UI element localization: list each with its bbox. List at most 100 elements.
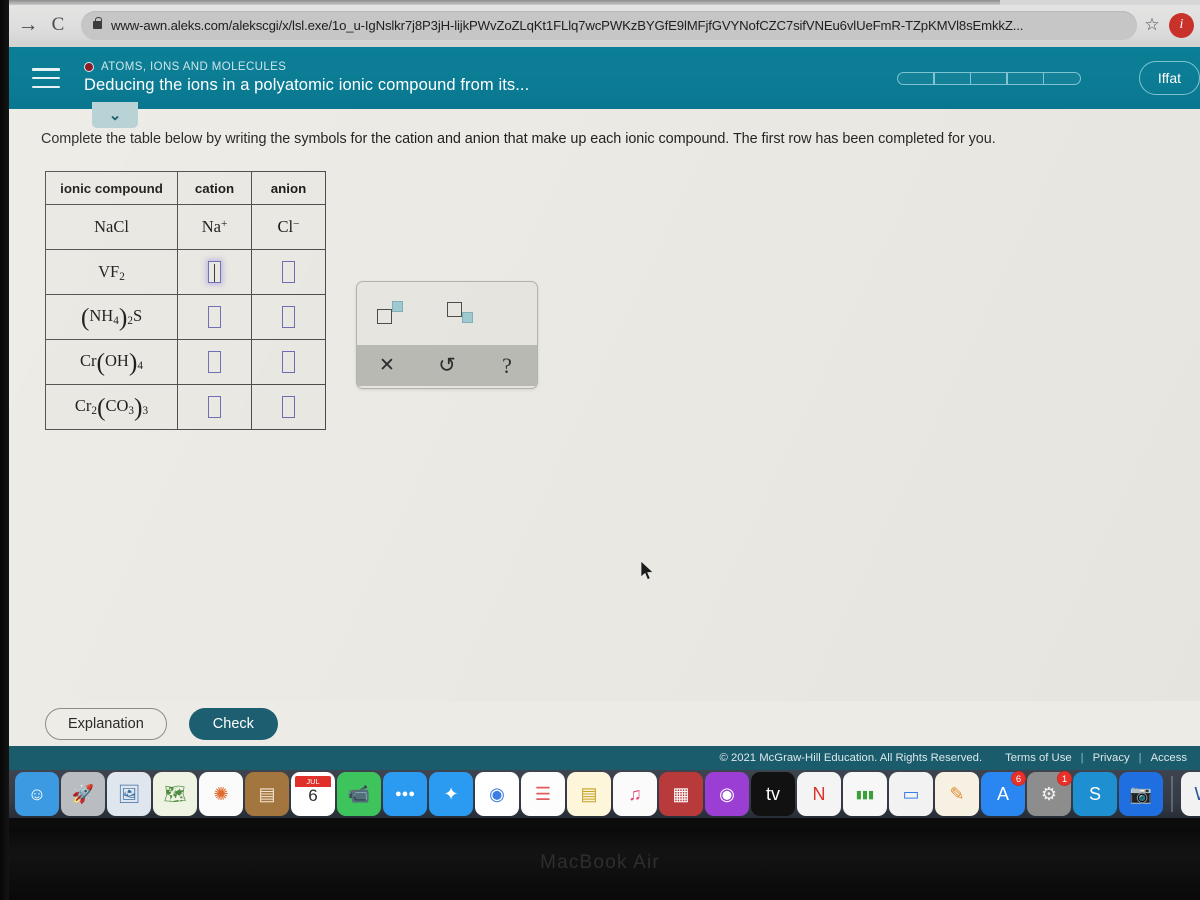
progress-segment	[896, 71, 935, 85]
dock-icon-glyph: ▭	[902, 783, 920, 804]
palette-format-row	[357, 282, 537, 345]
cell-anion[interactable]	[251, 294, 326, 340]
dock-icon-glyph: ▤	[580, 783, 598, 804]
progress-segment	[1006, 71, 1045, 85]
footer-separator: |	[1080, 752, 1084, 764]
superscript-button[interactable]	[377, 300, 407, 328]
dock-icon-contacts[interactable]: ▤	[245, 772, 289, 816]
progress-segment	[933, 71, 972, 85]
dock-icon-maps[interactable]: 🗺	[153, 772, 197, 816]
dock-icon-glyph: ✺	[213, 783, 229, 804]
dock-icon-system-preferences[interactable]: ⚙ 1	[1027, 771, 1072, 816]
cell-cation: Na+	[177, 204, 252, 250]
help-question-icon[interactable]: ?	[487, 354, 527, 377]
table-row: (NH4)2S	[45, 294, 326, 340]
dock-icon-keynote[interactable]: ▭	[889, 772, 933, 816]
address-bar[interactable]: www-awn.aleks.com/alekscgi/x/lsl.exe/1o_…	[81, 10, 1137, 40]
cell-cation[interactable]	[177, 294, 252, 340]
dock-icon-preview[interactable]: 🖼	[107, 772, 151, 816]
menu-hamburger-icon[interactable]	[32, 68, 60, 88]
undo-icon[interactable]: ↺	[427, 355, 467, 376]
dock-icon-glyph: 🖼	[117, 783, 141, 804]
collapse-header-chevron-down-icon[interactable]: ⌄	[92, 102, 138, 128]
dock-icon-glyph: ▦	[672, 783, 690, 804]
dock-icon-launchpad[interactable]: 🚀	[61, 772, 105, 816]
cell-anion[interactable]	[251, 339, 326, 385]
clear-x-icon[interactable]: ✕	[367, 356, 407, 375]
dock-icon-zoom[interactable]: 📷	[1119, 772, 1163, 816]
dock-icon-finder[interactable]: ☺	[15, 772, 59, 816]
cell-ionic-compound: Cr(OH)4	[45, 339, 178, 385]
user-account-pill[interactable]: Iffat	[1138, 61, 1200, 95]
screen-top-right-edge	[1000, 0, 1200, 5]
check-button[interactable]: Check	[188, 707, 278, 740]
cell-cation[interactable]	[177, 384, 252, 430]
page-footer: © 2021 McGraw-Hill Education. All Rights…	[9, 746, 1200, 770]
macos-dock: ☺🚀🖼🗺✺▤JUL6📹●●●✦◉☰▤♫▦◉tvN▮▮▮▭✎A6⚙1S📷W	[9, 770, 1200, 818]
dock-icon-music[interactable]: ♫	[613, 772, 657, 816]
dock-icon-chrome[interactable]: ◉	[475, 772, 519, 816]
cell-cation[interactable]	[177, 339, 252, 385]
anion-answer-input[interactable]	[282, 261, 295, 283]
cation-answer-input[interactable]	[208, 306, 221, 328]
cation-answer-input[interactable]	[208, 261, 221, 283]
cation-answer-input[interactable]	[208, 396, 221, 418]
footer-separator: |	[1138, 752, 1142, 764]
dock-icon-photos[interactable]: ✺	[199, 772, 243, 816]
subscript-base-box-icon	[447, 301, 462, 317]
dock-icon-facetime[interactable]: 📹	[337, 772, 381, 816]
dock-icon-glyph: ▮▮▮	[855, 788, 875, 801]
bookmark-star-icon[interactable]: ☆	[1137, 15, 1167, 35]
cell-anion[interactable]	[251, 249, 326, 295]
table-row: Cr2(CO3)3	[45, 384, 326, 430]
cell-ionic-compound: VF2	[45, 249, 178, 295]
explanation-button[interactable]: Explanation	[45, 707, 167, 740]
table-row: NaCl Na+ Cl−	[45, 204, 326, 250]
cell-cation[interactable]	[177, 249, 252, 295]
dock-icon-glyph: ▤	[258, 783, 276, 804]
subscript-button[interactable]	[447, 300, 477, 328]
palette-action-row: ✕ ↺ ?	[357, 345, 537, 386]
superscript-exponent-box-icon	[392, 300, 403, 312]
device-model-label: MacBook Air	[540, 852, 660, 873]
dock-icon-glyph: 📹	[347, 783, 371, 804]
dock-icon-glyph: A	[996, 783, 1009, 804]
table-row: VF2	[45, 249, 326, 295]
dock-icon-podcasts[interactable]: ◉	[705, 772, 749, 816]
privacy-link[interactable]: Privacy	[1093, 752, 1130, 764]
lock-icon	[93, 17, 102, 29]
dock-icon-safari[interactable]: ✦	[429, 772, 473, 816]
dock-icon-numbers[interactable]: ▮▮▮	[843, 772, 887, 816]
dock-icon-notes[interactable]: ▤	[567, 772, 611, 816]
cell-ionic-compound: NaCl	[45, 204, 178, 250]
dock-icon-messages[interactable]: ●●●	[383, 772, 427, 816]
profile-avatar[interactable]: i	[1169, 12, 1194, 38]
dock-icon-app-store[interactable]: A6	[981, 771, 1026, 816]
topic-dot-icon	[84, 62, 94, 72]
dock-icon-photo-booth[interactable]: ▦	[659, 772, 703, 816]
dock-icon-news[interactable]: N	[797, 772, 841, 816]
dock-icon-skype[interactable]: S	[1073, 772, 1117, 816]
cation-answer-input[interactable]	[208, 351, 221, 373]
accessibility-link[interactable]: Access	[1151, 752, 1187, 764]
action-bar: Explanation Check	[9, 701, 1200, 746]
dock-icon-apple-tv[interactable]: tv	[751, 772, 795, 816]
dock-icon-glyph: ✎	[949, 783, 965, 804]
dock-icon-pages[interactable]: ✎	[935, 772, 979, 816]
column-header-cation: cation	[177, 171, 252, 205]
cell-ionic-compound: Cr2(CO3)3	[45, 384, 178, 430]
anion-answer-input[interactable]	[282, 306, 295, 328]
cell-anion: Cl−	[251, 204, 326, 250]
terms-of-use-link[interactable]: Terms of Use	[1005, 752, 1072, 764]
instruction-text: Complete the table below by writing the …	[41, 131, 996, 147]
anion-answer-input[interactable]	[282, 351, 295, 373]
cell-anion[interactable]	[251, 384, 326, 430]
dock-icon-reminders[interactable]: ☰	[521, 772, 565, 816]
reload-icon[interactable]: C	[43, 14, 73, 36]
dock-icon-microsoft-word[interactable]: W	[1181, 772, 1200, 816]
forward-arrow-icon[interactable]: →	[13, 13, 43, 37]
anion-answer-input[interactable]	[282, 396, 295, 418]
browser-toolbar: → C www-awn.aleks.com/alekscgi/x/lsl.exe…	[9, 3, 1200, 47]
dock-icon-calendar[interactable]: JUL 6	[291, 772, 335, 816]
dock-icon-glyph: ◉	[489, 783, 505, 804]
